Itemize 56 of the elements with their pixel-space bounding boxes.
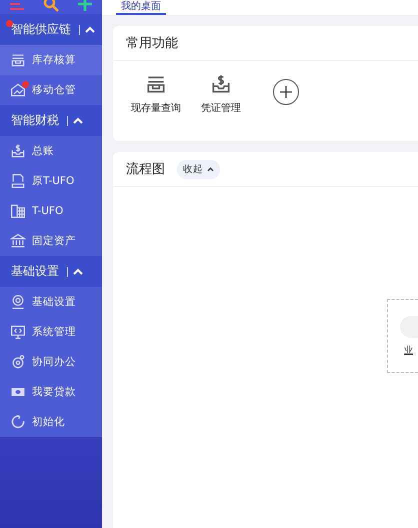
shortcut-button[interactable]: 现存量查询 xyxy=(131,73,181,115)
house-chart-icon xyxy=(10,82,26,98)
dollar-tray-icon xyxy=(10,143,26,159)
collapse-caret-icon xyxy=(73,116,83,124)
dollar-tray-icon xyxy=(210,73,232,95)
refresh-icon xyxy=(10,414,26,430)
sidebar-item[interactable]: 库存核算 xyxy=(0,45,102,75)
item-label: 系统管理 xyxy=(32,325,76,339)
sidebar-item[interactable]: 固定资产 xyxy=(0,226,102,256)
caret-icon xyxy=(207,166,214,172)
collapse-button[interactable]: 收起 xyxy=(177,160,220,178)
plus-icon xyxy=(279,85,293,99)
sidebar-item[interactable]: 移动仓管 xyxy=(0,75,102,105)
shortcut-button[interactable]: 凭证管理 xyxy=(201,73,241,115)
group-title: 智能供应链 xyxy=(11,21,71,38)
gear-icon xyxy=(10,294,26,310)
orbit-icon xyxy=(10,354,26,370)
collapse-caret-icon xyxy=(85,26,95,34)
menu-group-header[interactable]: 基础设置 xyxy=(0,256,102,287)
monitor-code-icon xyxy=(10,324,26,340)
sidebar-item[interactable]: T-UFO xyxy=(0,196,102,226)
item-label: T-UFO xyxy=(32,205,64,217)
node-label: 业 xyxy=(404,344,413,356)
tab[interactable]: 我的桌面 xyxy=(116,0,166,15)
add-icon[interactable] xyxy=(77,0,93,12)
bank-icon xyxy=(10,233,26,249)
grid-sheet-icon xyxy=(10,203,26,219)
collapse-caret-icon xyxy=(73,268,83,276)
add-shortcut-button[interactable] xyxy=(273,79,299,105)
tray-icon xyxy=(10,52,26,68)
sidebar-item[interactable]: 系统管理 xyxy=(0,317,102,347)
menu-group-header[interactable]: 智能供应链 xyxy=(0,14,102,45)
card-title: 常用功能 xyxy=(126,35,178,52)
item-label: 基础设置 xyxy=(32,295,76,309)
item-label: 总账 xyxy=(32,144,54,158)
sidebar-item[interactable]: 总账 xyxy=(0,136,102,166)
item-label: 固定资产 xyxy=(32,234,76,248)
group-title: 智能财税 xyxy=(11,112,59,129)
item-label: 库存核算 xyxy=(32,53,76,67)
group-title: 基础设置 xyxy=(11,263,59,280)
sidebar-item[interactable]: 我要贷款 xyxy=(0,377,102,407)
item-label: 原T-UFO xyxy=(32,174,74,188)
document-icon xyxy=(10,173,26,189)
card-title: 流程图 xyxy=(126,161,165,178)
flow-node[interactable]: 业 xyxy=(387,299,418,373)
sidebar-item[interactable]: 初始化 xyxy=(0,407,102,437)
search-icon[interactable] xyxy=(43,0,59,12)
sidebar-item[interactable]: 协同办公 xyxy=(0,347,102,377)
sidebar-item[interactable]: 基础设置 xyxy=(0,287,102,317)
menu-icon[interactable] xyxy=(9,0,25,12)
item-label: 协同办公 xyxy=(32,355,76,369)
item-label: 我要贷款 xyxy=(32,385,76,399)
sidebar-item[interactable]: 原T-UFO xyxy=(0,166,102,196)
item-label: 移动仓管 xyxy=(32,83,76,97)
item-label: 初始化 xyxy=(32,415,65,429)
menu-group-header[interactable]: 智能财税 xyxy=(0,105,102,136)
